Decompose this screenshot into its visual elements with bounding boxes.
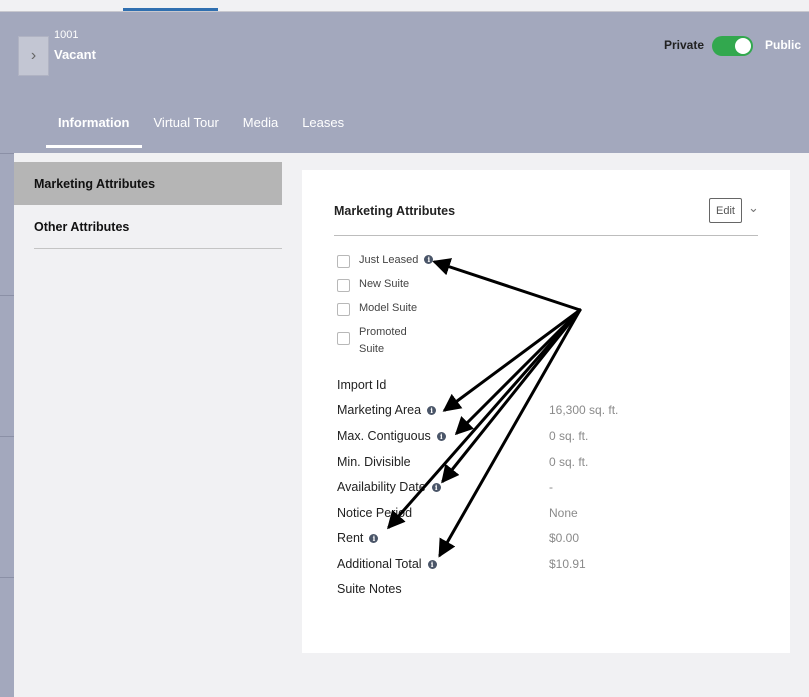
checkbox-label: Model Suite bbox=[359, 302, 418, 314]
top-bar bbox=[0, 0, 809, 12]
strip-divider bbox=[0, 436, 14, 437]
sidebar-item-marketing-attributes[interactable]: Marketing Attributes bbox=[14, 162, 282, 205]
attr-label-text: Additional Total bbox=[337, 557, 422, 571]
checkbox-label: Promoted Suite bbox=[359, 324, 407, 358]
chevron-down-icon[interactable]: ⌄ bbox=[748, 200, 759, 216]
attr-label-text: Availability Date bbox=[337, 480, 426, 494]
checkbox-label: Just Leased bbox=[359, 254, 419, 266]
top-accent-indicator bbox=[123, 8, 218, 11]
card-divider bbox=[334, 235, 758, 236]
info-icon[interactable]: i bbox=[369, 534, 379, 543]
attr-value-notice-period: None bbox=[549, 506, 578, 520]
sidebar-divider bbox=[34, 248, 282, 249]
card-title: Marketing Attributes bbox=[334, 204, 456, 218]
tab-information[interactable]: Information bbox=[46, 115, 142, 149]
checkbox-label: New Suite bbox=[359, 278, 410, 290]
info-icon[interactable]: i bbox=[427, 406, 437, 415]
attr-label-max-contiguous: Max. Contiguous i bbox=[337, 429, 446, 443]
unit-number: 1001 bbox=[54, 29, 79, 41]
attr-label-import-id: Import Id bbox=[337, 378, 387, 392]
visibility-toggle[interactable] bbox=[712, 36, 753, 56]
attr-value-availability-date: - bbox=[549, 480, 553, 494]
unit-status: Vacant bbox=[54, 47, 96, 62]
attributes-sidebar: Marketing Attributes Other Attributes bbox=[14, 162, 282, 249]
attr-value-additional-total: $10.91 bbox=[549, 557, 586, 571]
attr-value-max-contiguous: 0 sq. ft. bbox=[549, 429, 589, 443]
tab-virtual-tour[interactable]: Virtual Tour bbox=[142, 115, 231, 149]
checkbox-promoted-suite[interactable]: Promoted Suite bbox=[337, 324, 407, 358]
checkbox-just-leased[interactable]: Just Leased i bbox=[337, 252, 434, 269]
strip-divider bbox=[0, 577, 14, 578]
attr-label-rent: Rent i bbox=[337, 531, 379, 545]
checkbox-label-line: Suite bbox=[359, 343, 385, 355]
strip-divider bbox=[0, 295, 14, 296]
attr-label-marketing-area: Marketing Area i bbox=[337, 403, 437, 417]
checkbox[interactable] bbox=[337, 332, 350, 345]
attr-label-text: Max. Contiguous bbox=[337, 429, 431, 443]
attr-label-min-divisible: Min. Divisible bbox=[337, 455, 411, 469]
expand-panel-button[interactable]: › bbox=[18, 36, 49, 76]
info-icon[interactable]: i bbox=[436, 432, 446, 441]
info-icon[interactable]: i bbox=[424, 255, 434, 264]
attr-label-suite-notes: Suite Notes bbox=[337, 582, 402, 596]
public-label: Public bbox=[765, 38, 802, 52]
tab-leases[interactable]: Leases bbox=[290, 115, 356, 149]
strip-divider bbox=[0, 153, 14, 154]
tab-bar: Information Virtual Tour Media Leases bbox=[46, 115, 356, 151]
attr-label-text: Rent bbox=[337, 531, 364, 545]
tab-media[interactable]: Media bbox=[231, 115, 290, 149]
attr-value-rent: $0.00 bbox=[549, 531, 580, 545]
suite-header: › 1001 Vacant Private Public Information… bbox=[14, 12, 809, 153]
checkbox-new-suite[interactable]: New Suite bbox=[337, 276, 409, 293]
attr-label-text: Marketing Area bbox=[337, 403, 422, 417]
attr-value-marketing-area: 16,300 sq. ft. bbox=[549, 403, 619, 417]
attr-label-additional-total: Additional Total i bbox=[337, 557, 437, 571]
info-icon[interactable]: i bbox=[427, 560, 437, 569]
sidebar-item-other-attributes[interactable]: Other Attributes bbox=[14, 205, 282, 248]
attr-value-min-divisible: 0 sq. ft. bbox=[549, 455, 589, 469]
marketing-attributes-card: Marketing Attributes Edit ⌄ Just Leased i… bbox=[302, 170, 790, 653]
attr-label-availability-date: Availability Date i bbox=[337, 480, 441, 494]
left-app-strip bbox=[0, 12, 14, 697]
chevron-right-icon: › bbox=[30, 47, 37, 64]
checkbox[interactable] bbox=[337, 255, 350, 268]
edit-button[interactable]: Edit bbox=[709, 198, 742, 223]
toggle-knob bbox=[735, 38, 751, 54]
private-label: Private bbox=[664, 38, 705, 52]
attr-label-notice-period: Notice Period bbox=[337, 506, 413, 520]
checkbox-model-suite[interactable]: Model Suite bbox=[337, 300, 417, 317]
checkbox[interactable] bbox=[337, 279, 350, 292]
checkbox-label-line: Promoted bbox=[359, 326, 407, 338]
checkbox[interactable] bbox=[337, 303, 350, 316]
info-icon[interactable]: i bbox=[431, 483, 441, 492]
